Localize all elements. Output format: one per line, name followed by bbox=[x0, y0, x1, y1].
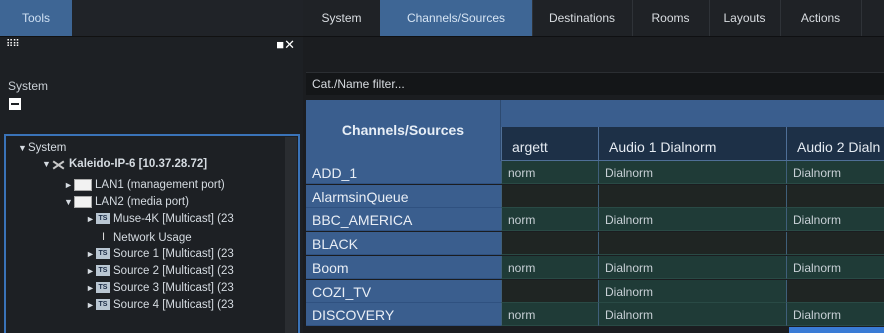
row-label[interactable]: BBC_AMERICA bbox=[306, 208, 501, 232]
table-cell[interactable] bbox=[501, 184, 598, 208]
table-cell[interactable] bbox=[598, 184, 786, 208]
table-cell[interactable]: Dialnorm bbox=[598, 279, 786, 303]
table-cell[interactable]: Dialnorm bbox=[598, 161, 786, 184]
tree-node[interactable]: ► TS Source 4 [Multicast] (23 bbox=[86, 298, 234, 312]
row-label[interactable]: Boom bbox=[306, 255, 501, 279]
ts-icon: TS bbox=[96, 265, 110, 277]
ts-icon: TS bbox=[96, 299, 110, 311]
row-label[interactable]: AlarmsinQueue bbox=[306, 184, 501, 208]
tree-node[interactable]: ▼ Kaleido-IP-6 [10.37.28.72] bbox=[42, 157, 207, 171]
table-cell[interactable]: norm bbox=[501, 161, 598, 184]
table-cell[interactable] bbox=[786, 184, 884, 208]
table-cell[interactable] bbox=[501, 232, 598, 256]
tree-node[interactable]: ► TS Muse-4K [Multicast] (23 bbox=[86, 212, 234, 226]
column-header[interactable]: Audio 1 Dialnorm bbox=[598, 127, 786, 161]
table-cell[interactable] bbox=[786, 232, 884, 256]
tree-node-label: System bbox=[28, 142, 67, 154]
collapsed-arrow-icon[interactable]: ► bbox=[64, 178, 74, 192]
table-cell[interactable]: norm bbox=[501, 208, 598, 232]
collapsed-arrow-icon[interactable]: ► bbox=[86, 247, 96, 261]
tree-node-label: Muse-4K [Multicast] (23 bbox=[113, 213, 234, 225]
panel-title: System bbox=[8, 79, 49, 93]
close-panel-icon[interactable]: ■✕ bbox=[276, 37, 295, 53]
tools-panel: Tools ⠿⠿ ■✕ System ▼System ▼ Kaleido-IP-6 … bbox=[0, 0, 303, 333]
system-tree[interactable]: ▼System ▼ Kaleido-IP-6 [10.37.28.72] ► LAN1 … bbox=[4, 134, 300, 333]
tab-system[interactable]: System bbox=[303, 0, 381, 36]
tools-tabbar: Tools bbox=[0, 0, 303, 37]
port-icon bbox=[74, 195, 92, 208]
table-cell[interactable]: norm bbox=[501, 303, 598, 327]
tree-node[interactable]: ► LAN1 (management port) bbox=[64, 178, 225, 192]
tree-node-label: Source 3 [Multicast] (23 bbox=[113, 282, 234, 294]
collapse-all-icon[interactable] bbox=[9, 98, 21, 110]
table-cell[interactable]: Dialnorm bbox=[786, 303, 884, 327]
device-icon bbox=[52, 158, 66, 170]
tree-node[interactable]: ► TS Source 1 [Multicast] (23 bbox=[86, 247, 234, 261]
table-cell[interactable]: Dialnorm bbox=[598, 303, 786, 327]
row-label[interactable]: BLACK bbox=[306, 232, 501, 256]
tree-node-label: Kaleido-IP-6 [10.37.28.72] bbox=[69, 158, 208, 170]
tree-node-label: LAN1 (management port) bbox=[95, 179, 225, 191]
collapsed-arrow-icon[interactable]: ► bbox=[86, 264, 96, 278]
table-cell[interactable] bbox=[598, 232, 786, 256]
name-filter-input[interactable] bbox=[306, 73, 884, 95]
table-cell[interactable] bbox=[501, 279, 598, 303]
table-cell[interactable]: Dialnorm bbox=[786, 255, 884, 279]
tree-node-label: Network Usage bbox=[113, 232, 192, 244]
tab-channels-sources[interactable]: Channels/Sources bbox=[380, 0, 533, 36]
usage-icon: I bbox=[102, 231, 106, 244]
column-header[interactable]: argett bbox=[501, 127, 598, 161]
tree-node[interactable]: ▼ LAN2 (media port) bbox=[64, 195, 189, 209]
selected-cell-indicator bbox=[789, 327, 884, 333]
main-tabbar: System Channels/Sources Destinations Rooms L… bbox=[303, 0, 884, 37]
row-header-title: Channels/Sources bbox=[306, 100, 501, 161]
tab-layouts[interactable]: Layouts bbox=[709, 0, 781, 36]
expanded-arrow-icon[interactable]: ▼ bbox=[64, 195, 74, 209]
collapsed-arrow-icon[interactable]: ► bbox=[86, 298, 96, 312]
port-icon bbox=[74, 178, 92, 191]
tree-node-label: Source 4 [Multicast] (23 bbox=[113, 299, 234, 311]
column-header[interactable]: Audio 2 Dialn bbox=[786, 127, 884, 161]
tree-node[interactable]: ► TS Source 2 [Multicast] (23 bbox=[86, 264, 234, 278]
table-cell[interactable]: Dialnorm bbox=[598, 255, 786, 279]
tree-node[interactable]: I Network Usage bbox=[102, 231, 192, 245]
tree-node-label: LAN2 (media port) bbox=[95, 196, 189, 208]
row-label[interactable]: ADD_1 bbox=[306, 161, 501, 184]
table-cell[interactable] bbox=[786, 279, 884, 303]
table-cell[interactable]: Dialnorm bbox=[786, 208, 884, 232]
collapsed-arrow-icon[interactable]: ► bbox=[86, 281, 96, 295]
drag-grip-icon[interactable]: ⠿⠿ bbox=[6, 39, 20, 50]
tab-destinations[interactable]: Destinations bbox=[532, 0, 633, 36]
expanded-arrow-icon[interactable]: ▼ bbox=[42, 157, 52, 171]
tab-rooms[interactable]: Rooms bbox=[632, 0, 710, 36]
ts-icon: TS bbox=[96, 282, 110, 294]
collapsed-arrow-icon[interactable]: ► bbox=[86, 212, 96, 226]
tree-scrollbar[interactable] bbox=[285, 137, 297, 333]
table-cell[interactable]: Dialnorm bbox=[598, 208, 786, 232]
expanded-arrow-icon[interactable]: ▼ bbox=[18, 141, 28, 155]
ts-icon: TS bbox=[96, 213, 110, 225]
channels-grid: Channels/Sources argett Audio 1 Dialnorm A… bbox=[306, 100, 884, 333]
column-group-header bbox=[501, 100, 884, 127]
tree-node[interactable]: ▼System bbox=[18, 141, 66, 155]
table-cell[interactable]: norm bbox=[501, 255, 598, 279]
row-label[interactable]: DISCOVERY bbox=[306, 303, 501, 327]
tree-node-label: Source 2 [Multicast] (23 bbox=[113, 265, 234, 277]
tab-tools[interactable]: Tools bbox=[0, 0, 72, 36]
table-cell[interactable]: Dialnorm bbox=[786, 161, 884, 184]
main-area: System Channels/Sources Destinations Rooms L… bbox=[303, 0, 884, 333]
row-label[interactable]: COZI_TV bbox=[306, 279, 501, 303]
tree-node[interactable]: ► TS Source 3 [Multicast] (23 bbox=[86, 281, 234, 295]
ts-icon: TS bbox=[96, 248, 110, 260]
tab-actions[interactable]: Actions bbox=[780, 0, 862, 36]
name-filter bbox=[306, 72, 884, 95]
panel-header: ⠿⠿ ■✕ bbox=[0, 37, 303, 54]
tree-node-label: Source 1 [Multicast] (23 bbox=[113, 248, 234, 260]
